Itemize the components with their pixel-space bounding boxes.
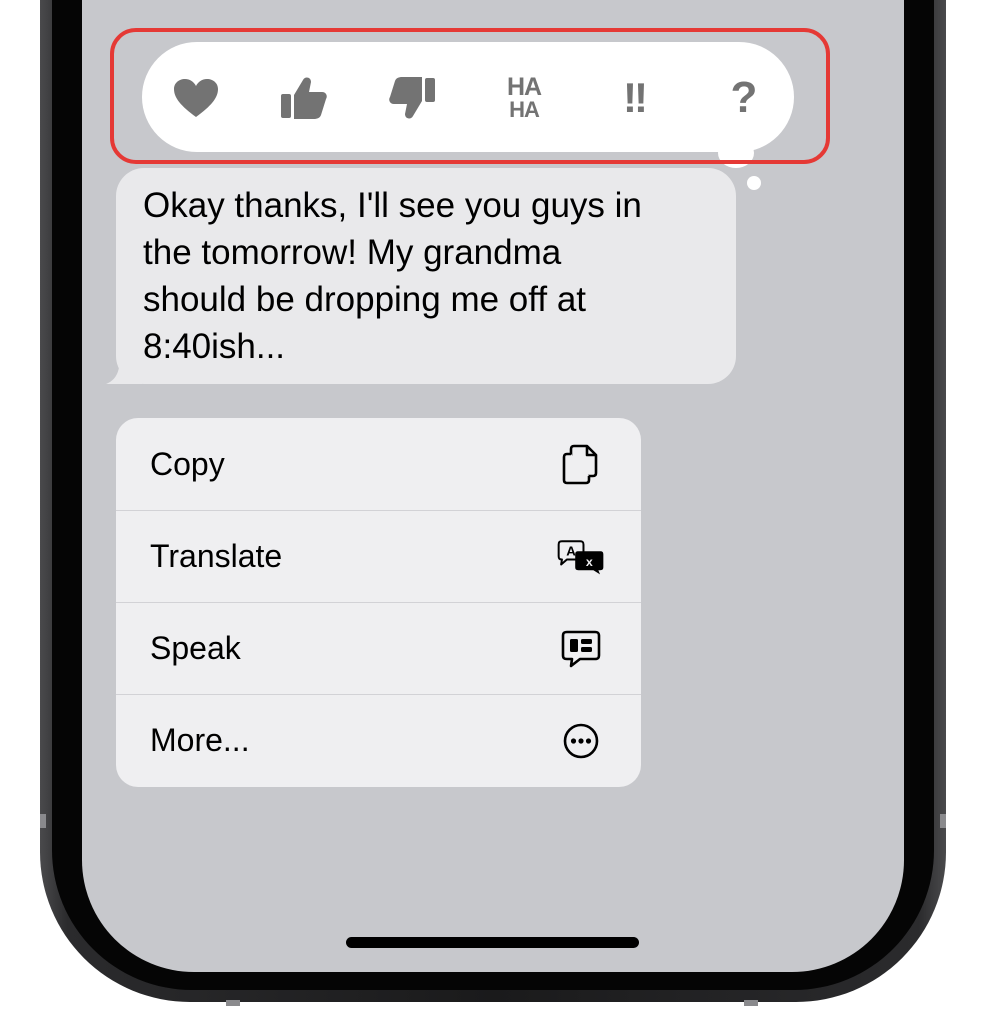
tapback-bubble-tail-dot: [747, 176, 761, 190]
phone-side-notch: [940, 814, 946, 828]
menu-item-label: Speak: [150, 630, 241, 666]
tapback-exclamation-button[interactable]: !!: [598, 62, 670, 134]
phone-bottom-notch: [226, 1000, 240, 1006]
home-indicator[interactable]: [346, 937, 639, 948]
screenshot: HA HA !! ? Okay thanks, I'll see you guy…: [0, 0, 984, 1024]
message-text: Okay thanks, I'll see you guys in the to…: [143, 186, 642, 366]
translate-icon: A x: [557, 533, 605, 581]
more-icon: [557, 717, 605, 765]
menu-item-more[interactable]: More...: [116, 694, 641, 786]
heart-icon: [174, 79, 218, 117]
tapback-bar: [142, 42, 794, 152]
speak-icon: [557, 625, 605, 673]
menu-item-label: Copy: [150, 445, 225, 482]
thumbs-up-icon: [281, 77, 327, 119]
menu-item-translate[interactable]: Translate A x: [116, 510, 641, 602]
haha-icon: HA HA: [506, 73, 542, 122]
menu-item-copy[interactable]: Copy: [116, 418, 641, 510]
svg-text:x: x: [586, 555, 593, 569]
phone-side-notch: [40, 814, 46, 828]
menu-item-label: More...: [150, 722, 250, 758]
phone-bottom-notch: [744, 1000, 758, 1006]
thumbs-down-icon: [389, 77, 435, 119]
question-mark-icon: ?: [730, 73, 758, 122]
menu-item-speak[interactable]: Speak: [116, 602, 641, 694]
tapback-heart-button[interactable]: [160, 62, 232, 134]
context-menu: Copy Translate A x Speak More...: [116, 418, 641, 787]
svg-text:A: A: [566, 543, 576, 558]
double-exclamation-icon: !!: [623, 74, 648, 121]
menu-item-label: Translate: [150, 538, 283, 574]
tapback-thumbs-down-button[interactable]: [376, 62, 448, 134]
copy-icon: [557, 440, 605, 488]
tapback-thumbs-up-button[interactable]: [268, 62, 340, 134]
message-bubble[interactable]: Okay thanks, I'll see you guys in the to…: [116, 168, 736, 384]
tapback-question-button[interactable]: ?: [708, 62, 780, 134]
tapback-haha-button[interactable]: HA HA: [488, 62, 560, 134]
